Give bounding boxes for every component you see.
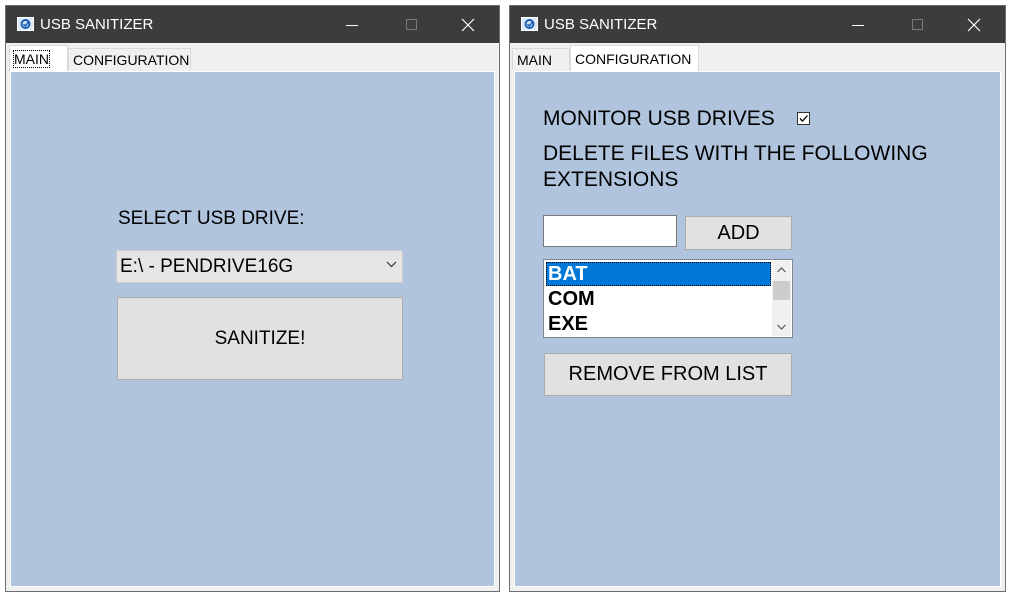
title-bar[interactable]: USB SANITIZER xyxy=(6,6,499,43)
tab-main[interactable]: MAIN xyxy=(9,45,68,71)
monitor-usb-label: MONITOR USB DRIVES xyxy=(543,107,775,130)
scrollbar-thumb[interactable] xyxy=(773,281,790,300)
list-item[interactable]: BAT xyxy=(546,262,771,286)
tab-main-label: MAIN xyxy=(517,52,552,68)
config-window: USB SANITIZER MAIN CONFIGURATION MONITOR… xyxy=(509,5,1006,592)
add-button-label: ADD xyxy=(717,221,760,244)
maximize-button[interactable] xyxy=(389,6,435,43)
select-drive-label: SELECT USB DRIVE: xyxy=(118,208,305,229)
main-tab-panel: SELECT USB DRIVE: E:\ - PENDRIVE16G SANI… xyxy=(10,71,495,587)
drive-select-value: E:\ - PENDRIVE16G xyxy=(120,256,294,277)
minimize-icon xyxy=(346,25,358,26)
delete-extensions-label-line2: EXTENSIONS xyxy=(543,168,679,191)
sanitize-button[interactable]: SANITIZE! xyxy=(117,297,403,380)
chevron-up-icon xyxy=(777,267,786,273)
delete-extensions-label-line1: DELETE FILES WITH THE FOLLOWING xyxy=(543,142,928,165)
chevron-down-icon xyxy=(777,324,786,330)
close-button[interactable] xyxy=(445,6,491,43)
remove-from-list-button-label: REMOVE FROM LIST xyxy=(568,363,768,385)
extension-input[interactable] xyxy=(543,215,677,247)
maximize-icon xyxy=(912,19,923,30)
sanitize-button-label: SANITIZE! xyxy=(214,327,306,349)
list-scrollbar[interactable] xyxy=(772,261,791,336)
list-item[interactable]: COM xyxy=(546,287,771,311)
tab-strip: MAIN CONFIGURATION xyxy=(510,43,1005,71)
close-icon xyxy=(967,18,981,32)
close-button[interactable] xyxy=(951,6,997,43)
tab-configuration[interactable]: CONFIGURATION xyxy=(570,45,699,71)
maximize-icon xyxy=(406,19,417,30)
tab-main[interactable]: MAIN xyxy=(512,48,570,70)
usb-sanitizer-app-icon xyxy=(521,17,538,31)
extensions-listbox[interactable]: BAT COM EXE xyxy=(543,259,793,338)
tab-configuration[interactable]: CONFIGURATION xyxy=(68,48,191,70)
tab-configuration-label: CONFIGURATION xyxy=(73,52,190,68)
configuration-tab-panel: MONITOR USB DRIVES DELETE FILES WITH THE… xyxy=(514,71,1001,587)
checkmark-icon xyxy=(799,115,808,122)
list-item[interactable]: EXE xyxy=(546,312,771,336)
add-button[interactable]: ADD xyxy=(685,216,792,250)
window-title: USB SANITIZER xyxy=(544,16,658,33)
chevron-down-icon xyxy=(386,261,397,268)
minimize-icon xyxy=(852,25,864,26)
tab-strip: MAIN CONFIGURATION xyxy=(6,43,499,71)
drive-select[interactable]: E:\ - PENDRIVE16G xyxy=(116,250,403,283)
tab-configuration-label: CONFIGURATION xyxy=(575,51,692,67)
usb-sanitizer-app-icon xyxy=(17,17,34,31)
monitor-usb-checkbox[interactable] xyxy=(797,112,810,125)
close-icon xyxy=(461,18,475,32)
minimize-button[interactable] xyxy=(835,6,881,43)
window-title: USB SANITIZER xyxy=(40,16,154,33)
title-bar[interactable]: USB SANITIZER xyxy=(510,6,1005,43)
remove-from-list-button[interactable]: REMOVE FROM LIST xyxy=(544,353,792,396)
main-window: USB SANITIZER MAIN CONFIGURATION SELECT … xyxy=(5,5,500,592)
tab-main-label: MAIN xyxy=(13,50,50,68)
minimize-button[interactable] xyxy=(329,6,375,43)
maximize-button[interactable] xyxy=(895,6,941,43)
